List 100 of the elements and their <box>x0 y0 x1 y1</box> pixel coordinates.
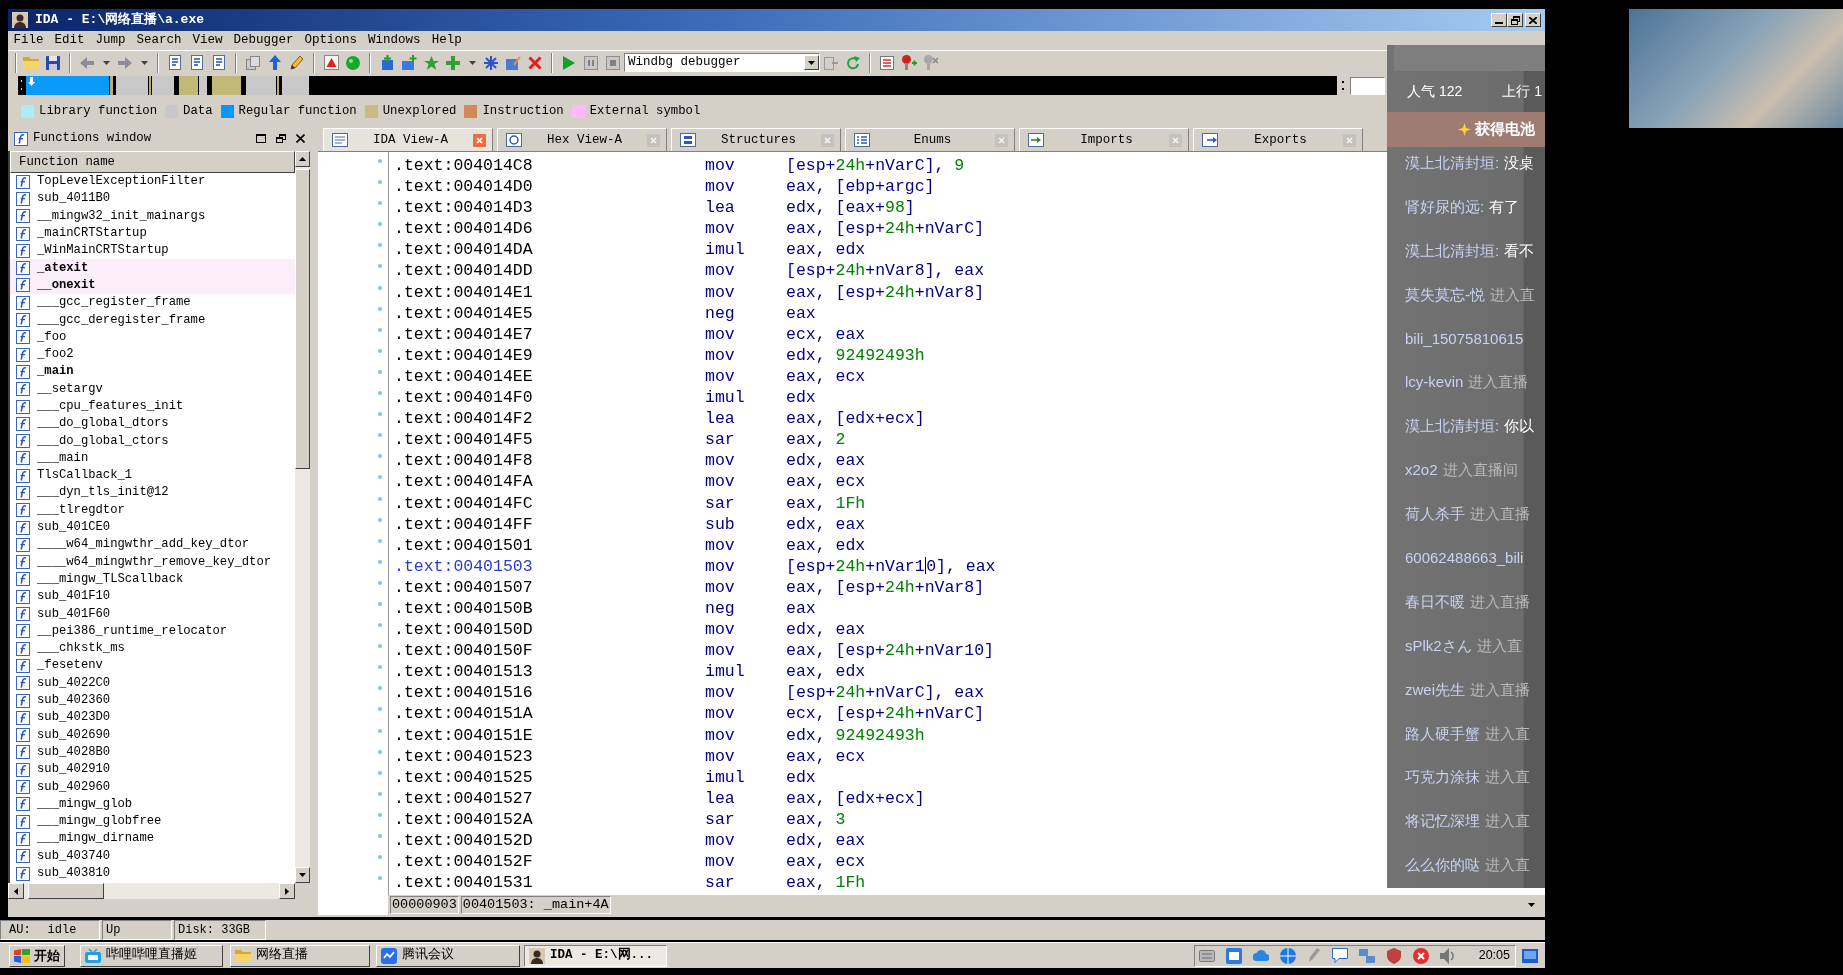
restore-icon[interactable] <box>276 134 286 143</box>
tab[interactable]: Enums <box>845 128 1015 151</box>
asterisk-icon[interactable] <box>484 55 498 70</box>
scroll-right-button[interactable] <box>279 883 295 899</box>
taskbar-button[interactable]: IDA - E:\网... <box>524 944 667 967</box>
play-icon[interactable] <box>563 55 575 70</box>
function-name: ___do_global_dtors <box>37 416 169 432</box>
tab[interactable]: Exports <box>1193 128 1363 151</box>
window-icon[interactable] <box>1225 947 1242 964</box>
tab[interactable]: Imports <box>1019 128 1189 151</box>
function-icon <box>16 486 30 500</box>
maximize-icon[interactable] <box>256 134 266 143</box>
taskbar-button[interactable]: 网络直播 <box>230 944 370 967</box>
instruction-address: .text:00401516 <box>394 683 533 703</box>
box-plus-icon[interactable] <box>401 55 417 70</box>
pin-cross-icon[interactable] <box>923 55 939 70</box>
scroll-up-button[interactable] <box>295 151 310 167</box>
pin-plus-icon[interactable] <box>901 55 917 70</box>
menu-item[interactable]: Edit <box>49 31 91 50</box>
left-arrow-icon[interactable] <box>80 56 94 69</box>
scroll-down-button[interactable] <box>295 867 310 883</box>
instruction-address: .text:004014FC <box>394 493 533 513</box>
function-list-item[interactable]: _atexit <box>10 259 295 277</box>
debugger-select[interactable]: Windbg debugger <box>624 53 820 72</box>
pause-icon[interactable] <box>584 55 598 70</box>
curved-arrow-icon[interactable] <box>846 55 860 70</box>
page-icon[interactable] <box>213 55 225 70</box>
instruction-operands: edx, [eax+98] <box>786 197 915 219</box>
box-plus-icon[interactable] <box>379 55 395 70</box>
page-icon[interactable] <box>191 55 203 70</box>
page-icon[interactable] <box>169 55 181 70</box>
function-icon <box>16 658 30 673</box>
column-header[interactable]: Function name <box>10 151 295 173</box>
cross-icon[interactable] <box>528 55 542 70</box>
menu-item[interactable]: File <box>8 31 49 50</box>
shield-icon[interactable] <box>1385 947 1402 964</box>
speaker-icon[interactable] <box>1439 947 1454 964</box>
list-icon[interactable] <box>880 55 894 70</box>
instruction-address: .text:004014D3 <box>394 198 533 218</box>
pencil-icon[interactable] <box>289 55 305 70</box>
tab[interactable]: Hex View-A <box>497 128 667 151</box>
scrollbar-thumb[interactable] <box>28 883 104 899</box>
function-name: ___gcc_register_frame <box>37 295 191 311</box>
caret-icon[interactable] <box>102 60 110 65</box>
pen-icon[interactable] <box>1306 947 1321 964</box>
dropdown-button[interactable] <box>804 55 819 70</box>
chat-username: 么么你的哒 <box>1405 856 1480 875</box>
menu-item[interactable]: Windows <box>362 31 427 50</box>
bars-frame-icon <box>680 133 696 147</box>
keyboard-icon[interactable] <box>1198 949 1215 962</box>
menu-item[interactable]: Search <box>131 31 188 50</box>
reward-banner[interactable]: 获得电池 <box>1387 112 1545 147</box>
entry-notice: 进入直播 <box>1470 505 1530 524</box>
close-button[interactable] <box>1525 13 1541 27</box>
cloud-icon[interactable] <box>1252 950 1269 961</box>
caret-icon[interactable] <box>140 60 148 65</box>
menu-item[interactable]: Jump <box>90 31 132 50</box>
warning-icon[interactable] <box>323 55 339 70</box>
circle-icon[interactable] <box>346 55 360 70</box>
scroll-left-button[interactable] <box>8 883 24 899</box>
star-icon[interactable] <box>423 55 439 70</box>
start-button[interactable]: 开始 <box>9 944 65 967</box>
menu-item[interactable]: Options <box>299 31 363 50</box>
input-field[interactable] <box>1350 76 1385 95</box>
page-arrow-icon[interactable] <box>824 55 838 70</box>
scrollbar-thumb[interactable] <box>295 169 310 469</box>
chat-username: 肾好尿的远: <box>1405 197 1485 216</box>
function-name: ___cpu_features_init <box>37 399 184 414</box>
minimize-button[interactable] <box>1491 13 1507 27</box>
function-name: ___main <box>37 450 89 466</box>
instruction-operands: eax, edx <box>786 239 866 261</box>
horizontal-scrollbar[interactable] <box>8 883 295 899</box>
tab[interactable]: IDA View-A <box>323 128 493 151</box>
square-pencil-icon[interactable] <box>505 55 521 70</box>
restore-button[interactable] <box>1507 13 1523 27</box>
right-arrow-icon[interactable] <box>118 56 132 69</box>
stacked-pages-icon[interactable] <box>246 55 260 70</box>
stop-icon[interactable] <box>606 55 620 70</box>
menu-item[interactable]: Help <box>426 31 468 50</box>
cross-circle-icon[interactable] <box>1412 947 1429 964</box>
down-caret-icon <box>299 873 306 877</box>
taskbar-button[interactable]: 腾讯会议 <box>376 944 520 967</box>
instruction-operands: eax, ecx <box>786 745 866 767</box>
desktop-icon[interactable] <box>1522 948 1538 963</box>
up-arrow-icon[interactable] <box>269 55 281 70</box>
squares-icon[interactable] <box>1358 948 1375 963</box>
menu-item[interactable]: View <box>187 31 229 50</box>
tab[interactable]: Structures <box>671 128 841 151</box>
taskbar-button[interactable]: 哔哩哔哩直播姬 <box>80 944 223 967</box>
globe-icon[interactable] <box>1279 947 1296 964</box>
speech-bubble-icon[interactable] <box>1331 948 1348 963</box>
plus-icon[interactable] <box>446 55 460 70</box>
close-icon[interactable] <box>296 134 305 143</box>
chat-username: 漠上北清封垣: <box>1405 417 1500 436</box>
instruction-operands: edx, eax <box>786 513 866 535</box>
vertical-scrollbar[interactable] <box>295 151 310 883</box>
menu-item[interactable]: Debugger <box>228 31 300 50</box>
caret-icon[interactable] <box>468 60 476 65</box>
caret-icon[interactable] <box>1528 903 1535 907</box>
function-icon <box>16 745 30 760</box>
